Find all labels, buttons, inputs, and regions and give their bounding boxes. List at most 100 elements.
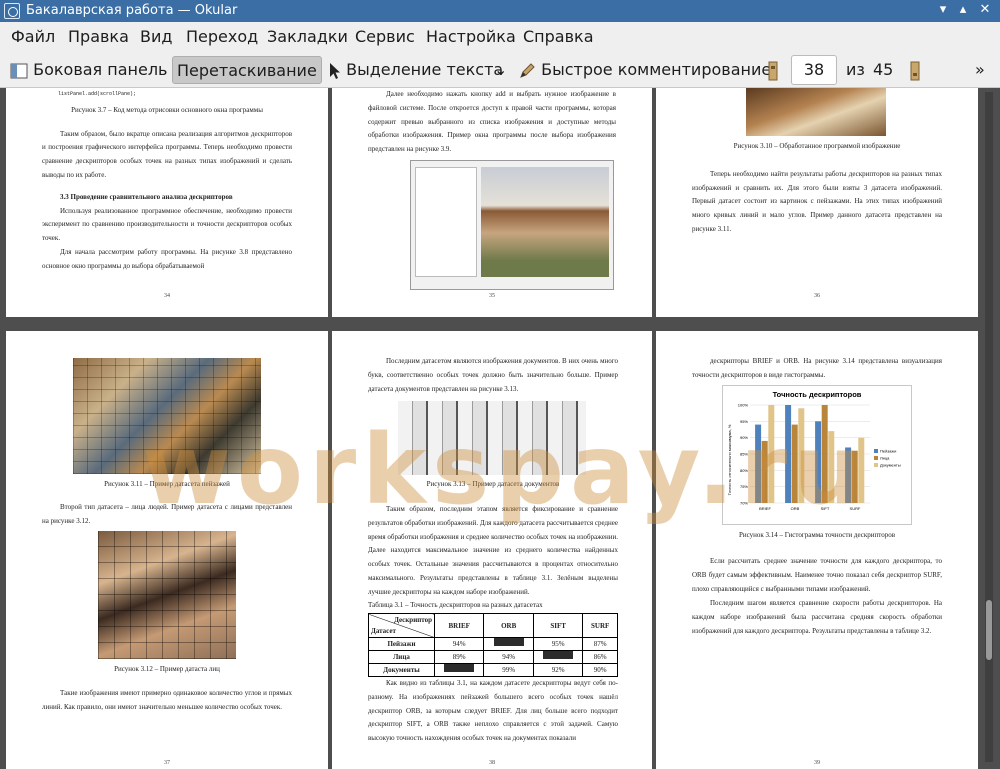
menu-file[interactable]: Файл — [11, 27, 55, 46]
page-number-input[interactable]: 38 — [791, 55, 837, 85]
close-icon[interactable]: ✕ — [976, 1, 994, 19]
accuracy-table: Дескриптор Датасет BRIEF ORB SIFT SURF П… — [368, 613, 618, 677]
paragraph: Если рассчитать среднее значение точност… — [692, 557, 942, 593]
chart-y-tick-label: 70% — [740, 501, 748, 506]
table-caption: Таблица 3.1 – Точность дескрипторов на р… — [368, 601, 543, 609]
paragraph: Как видно из таблицы 3.1, на каждом дата… — [368, 679, 618, 743]
paragraph: Второй тип датасета – лица людей. Пример… — [42, 503, 292, 525]
page-of-label: из — [846, 60, 865, 79]
sidebar-icon — [10, 63, 28, 78]
chart-bar — [798, 408, 805, 503]
table-header: BRIEF — [433, 613, 485, 638]
chevron-down-icon[interactable]: ⌄ — [492, 56, 509, 84]
program-window-screenshot — [410, 160, 614, 290]
quick-annotate-label: Быстрое комментирование — [541, 60, 772, 79]
chart-x-tick-label: ORB — [791, 506, 800, 511]
figure-caption: Рисунок 3.13 – Пример датасета документо… — [426, 480, 560, 488]
chart-legend-swatch — [874, 449, 878, 453]
landscapes-dataset-image — [73, 358, 261, 474]
chart-bar — [851, 450, 858, 503]
chart-x-tick-label: SIFT — [821, 506, 830, 511]
chart-y-axis-label: Точность относительно максимума, % — [727, 424, 732, 495]
page-number: 35 — [489, 293, 495, 299]
chart-bar — [815, 421, 822, 503]
figure-caption: Рисунок 3.10 – Обработанное программой и… — [733, 142, 901, 150]
page-34: listPanel.add(scrollPane); Рисунок 3.7 –… — [6, 88, 328, 317]
paragraph: Далее необходимо нажать кнопку add и выб… — [368, 90, 616, 154]
paragraph: дескрипторы BRIEF и ORB. На рисунке 3.14… — [692, 357, 942, 379]
table-corner-cell: Дескриптор Датасет — [368, 613, 435, 638]
maximize-icon[interactable]: ▴ — [954, 1, 972, 19]
chart-x-tick-label: BRIEF — [759, 506, 771, 511]
page-total: 45 — [873, 60, 894, 79]
page-36: Рисунок 3.10 – Обработанное программой и… — [656, 88, 978, 317]
page-up-icon — [768, 61, 778, 80]
chart-legend-label: Лица — [880, 456, 890, 461]
faces-dataset-image — [98, 531, 236, 659]
paragraph: Такие изображения имеют примерно одинако… — [42, 689, 292, 711]
paragraph: Последним шагом является сравнение скоро… — [692, 599, 942, 635]
figure-caption: Рисунок 3.11 – Пример датасета пейзажей — [104, 480, 230, 488]
paragraph: Таким образом, было вкратце описана реал… — [42, 129, 292, 179]
paragraph: Последним датасетом являются изображения… — [368, 357, 618, 393]
figure-caption: Рисунок 3.12 – Пример датаста лиц — [114, 665, 220, 673]
main-toolbar: Боковая панель Перетаскивание Выделение … — [0, 52, 1000, 88]
table-header: SIFT — [532, 613, 584, 638]
chart-y-tick-label: 100% — [738, 403, 749, 408]
menu-bookmarks[interactable]: Закладки — [267, 27, 348, 46]
figure-caption: Рисунок 3.14 – Гистограмма точности деск… — [738, 531, 896, 539]
quick-annotate-button[interactable]: Быстрое комментирование — [514, 56, 775, 84]
minimize-icon[interactable]: ▾ — [934, 1, 952, 19]
page-39: дескрипторы BRIEF и ORB. На рисунке 3.14… — [656, 331, 978, 769]
menu-go[interactable]: Переход — [186, 27, 258, 46]
chart-y-tick-label: 75% — [740, 484, 748, 489]
paragraph: Теперь необходимо найти результаты работ… — [692, 169, 942, 233]
chart-legend-swatch — [874, 456, 878, 460]
chart-bar — [761, 440, 768, 503]
page-38: Последним датасетом являются изображения… — [332, 331, 652, 769]
sidebar-toggle-button[interactable]: Боковая панель — [6, 56, 171, 84]
menu-bar: Файл Правка Вид Переход Закладки Сервис … — [0, 22, 1000, 52]
page-number: 34 — [164, 293, 170, 299]
page-number: 38 — [489, 760, 495, 766]
menu-help[interactable]: Справка — [523, 27, 594, 46]
chart-bar — [791, 424, 798, 503]
accuracy-bar-chart: Точность дескрипторов Точность относител… — [722, 385, 912, 525]
chart-bar — [821, 405, 828, 503]
menu-edit[interactable]: Правка — [68, 27, 129, 46]
highlighted-best-cell — [444, 664, 475, 672]
document-viewport[interactable]: listPanel.add(scrollPane); Рисунок 3.7 –… — [0, 88, 1000, 769]
page-35: Далее необходимо нажать кнопку add и выб… — [332, 88, 652, 317]
scrollbar-thumb[interactable] — [986, 600, 992, 660]
drag-mode-button[interactable]: Перетаскивание — [172, 56, 322, 84]
page-number: 36 — [814, 293, 820, 299]
chart-bar — [828, 431, 835, 503]
menu-tools[interactable]: Сервис — [355, 27, 415, 46]
cursor-icon — [330, 62, 340, 79]
figure-caption: Рисунок 3.7 – Код метода отрисовки основ… — [71, 105, 263, 114]
chart-legend-label: Документы — [880, 463, 901, 468]
chart-y-tick-label: 80% — [740, 468, 748, 473]
vertical-scrollbar[interactable] — [985, 92, 993, 762]
chart-bar — [768, 405, 775, 503]
chart-bar — [858, 437, 865, 503]
paragraph: Таким образом, последним этапом является… — [368, 505, 618, 596]
chart-legend-swatch — [874, 463, 878, 467]
table-row: Лица 89% 94% 86% — [368, 650, 618, 664]
next-page-button[interactable] — [906, 56, 924, 84]
chart-bar — [845, 447, 852, 503]
menu-view[interactable]: Вид — [140, 27, 172, 46]
menu-settings[interactable]: Настройка — [426, 27, 516, 46]
annotate-pen-icon — [520, 62, 535, 78]
chart-title: Точность дескрипторов — [773, 390, 862, 399]
title-bar: Бакалаврская работа — Okular ▾ ▴ ✕ — [0, 0, 1000, 22]
chart-y-tick-label: 95% — [740, 419, 748, 424]
table-row: Документы 99% 92% 90% — [368, 663, 618, 677]
text-select-label: Выделение текста — [346, 60, 504, 79]
processed-house-image — [746, 88, 886, 136]
previous-page-button[interactable] — [764, 56, 782, 84]
page-number: 39 — [814, 760, 820, 766]
text-select-button[interactable]: Выделение текста — [325, 56, 507, 84]
toolbar-overflow-icon[interactable]: » — [973, 56, 987, 84]
okular-app-icon[interactable] — [4, 3, 20, 19]
